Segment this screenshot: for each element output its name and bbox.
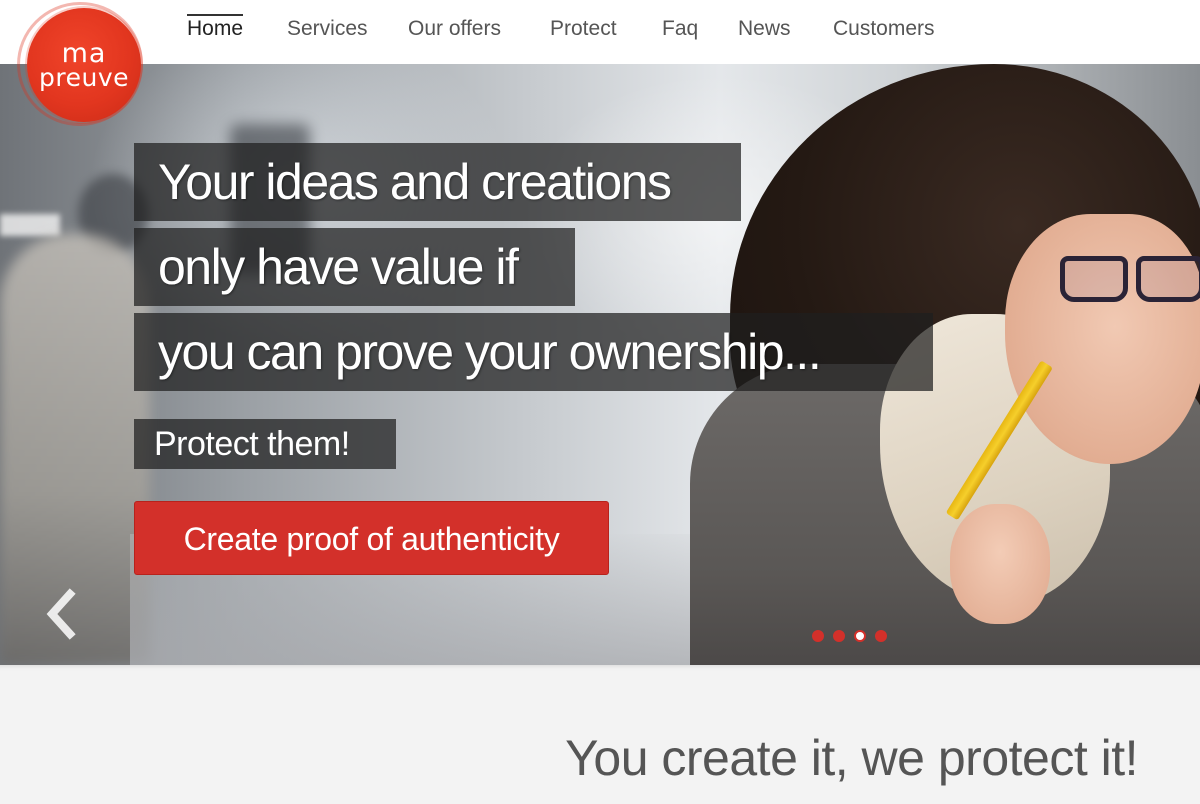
hero-carousel: Your ideas and creations only have value… [0,64,1200,665]
hero-photo-glasses [1060,256,1200,306]
section-tagline: You create it, we protect it! [565,730,1138,786]
nav-news[interactable]: News [718,17,811,47]
nav-customers[interactable]: Customers [813,17,955,47]
chevron-left-icon[interactable] [40,588,84,640]
nav-faq[interactable]: Faq [642,17,718,47]
hero-photo-woman [950,504,1050,624]
hero-photo-background [0,214,60,236]
carousel-dot[interactable] [833,630,845,642]
hero-subheadline: Protect them! [134,419,396,469]
hero-headline-line: only have value if [134,228,575,306]
carousel-dot[interactable] [875,630,887,642]
hero-headline-line: you can prove your ownership... [134,313,933,391]
logo-text-bottom: preuve [39,63,129,92]
nav-protect[interactable]: Protect [530,17,637,47]
carousel-dot-active[interactable] [854,630,866,642]
brand-logo[interactable]: ma preuve [27,8,141,122]
nav-our-offers[interactable]: Our offers [388,17,521,47]
intro-section: You create it, we protect it! [0,665,1200,804]
nav-services[interactable]: Services [267,17,388,47]
site-header: Home Services Our offers Protect Faq New… [0,0,1200,64]
nav-home[interactable]: Home [167,14,263,47]
carousel-dot[interactable] [812,630,824,642]
create-proof-button[interactable]: Create proof of authenticity [134,501,609,575]
hero-headline-line: Your ideas and creations [134,143,741,221]
